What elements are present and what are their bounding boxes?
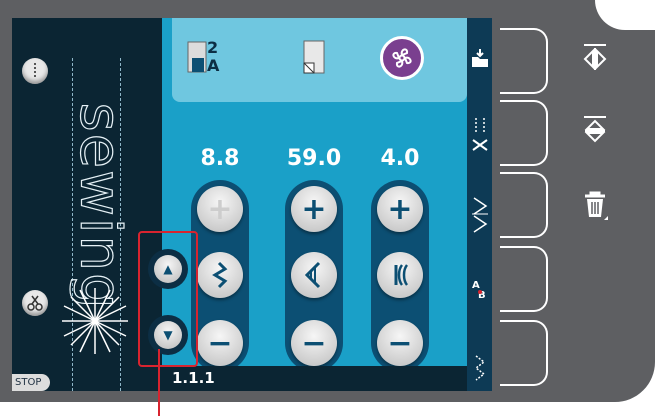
tension-increase-button[interactable]: + [377, 186, 423, 232]
bracket-divider [500, 320, 548, 386]
fan-menu-button[interactable] [380, 36, 424, 80]
stitch-pattern-icon[interactable] [467, 340, 492, 391]
needle-position-icon[interactable] [22, 58, 48, 84]
up-arrow-icon: ▲ [154, 255, 182, 283]
stitch-number-bar: 1.1.1 [162, 366, 467, 391]
tension-control: + − [371, 180, 429, 372]
stitch-number: 1.1.1 [172, 369, 215, 387]
star-stitch-icon [62, 288, 128, 354]
bracket-divider [500, 172, 548, 238]
length-decrease-button[interactable]: − [291, 320, 337, 366]
down-arrow-icon: ▼ [154, 321, 182, 349]
bracket-divider [500, 246, 548, 312]
open-folder-icon[interactable] [467, 28, 492, 88]
width-control: + − [191, 180, 249, 372]
stitch-width-value: 8.8 [200, 146, 240, 171]
tension-decrease-button[interactable]: − [377, 320, 423, 366]
thread-tension-value: 4.0 [380, 146, 420, 171]
tension-icon[interactable] [377, 252, 423, 298]
scroll-control-highlight: ▲ ▼ [138, 231, 198, 367]
function-sidebar: AB [467, 18, 492, 391]
stitch-length-icon[interactable] [291, 252, 337, 298]
mirror-end-icon[interactable] [570, 106, 620, 156]
touch-screen: sewing STOP 2 A 8.8 59.0 4.0 + − + − + −… [12, 18, 492, 391]
scroll-down-button[interactable]: ▼ [148, 315, 188, 355]
scissors-icon[interactable] [22, 290, 48, 316]
stitch-length-value: 59.0 [286, 146, 342, 171]
program-a-icon[interactable]: 2 A [186, 38, 226, 78]
program-bar: 2 A [172, 18, 467, 102]
bracket-divider [500, 28, 548, 94]
zigzag-width-icon[interactable] [197, 252, 243, 298]
bracket-divider [500, 100, 548, 166]
stop-label[interactable]: STOP [12, 374, 50, 391]
width-increase-button[interactable]: + [197, 186, 243, 232]
trash-icon[interactable] [570, 180, 620, 230]
scroll-up-button[interactable]: ▲ [148, 249, 188, 289]
width-decrease-button[interactable]: − [197, 320, 243, 366]
length-increase-button[interactable]: + [291, 186, 337, 232]
callout-line [158, 349, 160, 416]
mirror-stitch-icon[interactable] [467, 184, 492, 244]
length-control: + − [285, 180, 343, 372]
mirror-side-icon[interactable] [570, 32, 620, 82]
stitch-sample-text: sewing [67, 102, 133, 311]
program-number: 2 [207, 38, 219, 57]
monogram-icon[interactable]: AB [467, 262, 492, 322]
scissors-cut-icon[interactable] [467, 106, 492, 166]
fan-icon [392, 48, 412, 68]
single-stitch-icon[interactable] [294, 38, 334, 78]
program-letter: A [207, 56, 220, 75]
